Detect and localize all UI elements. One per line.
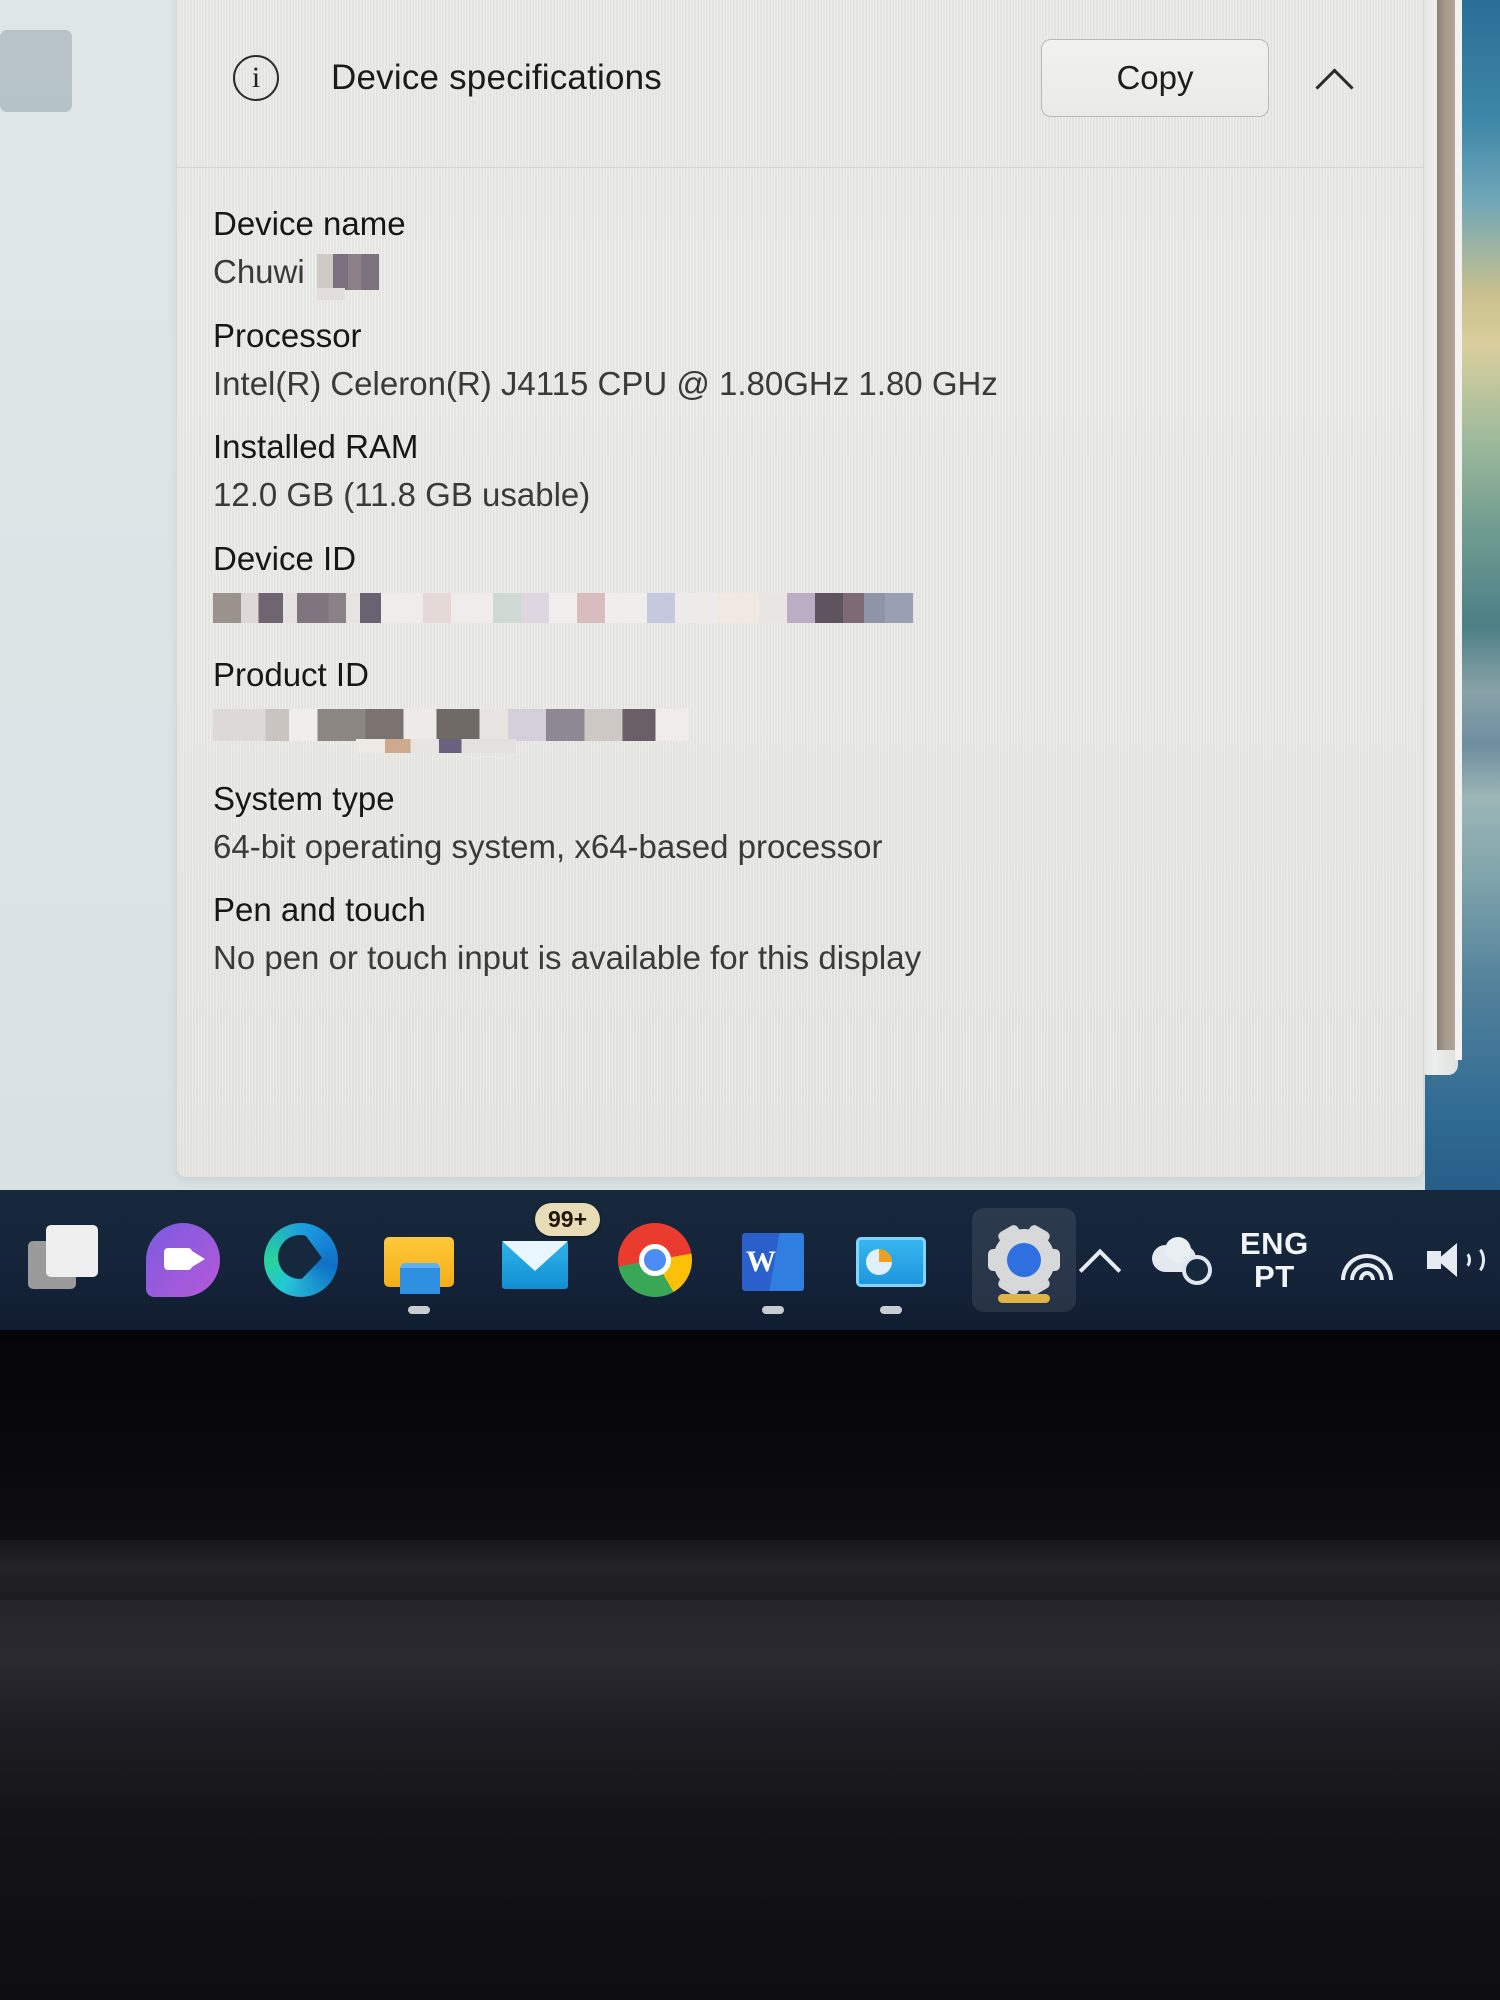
running-indicator [880,1306,902,1314]
copy-button[interactable]: Copy [1041,38,1269,117]
redacted-device-name [316,253,379,300]
redacted-product-id [213,708,689,753]
wifi-icon[interactable] [1339,1238,1395,1282]
spec-value: Chuwi [213,248,1383,300]
spec-label: System type [213,779,395,817]
word-icon[interactable] [736,1223,810,1314]
active-app-indicator [998,1294,1050,1303]
system-tray: ENG PT [1076,1225,1500,1294]
laptop-deck: A F5 [0,1600,1500,2000]
gear-glyph [993,1223,1055,1297]
spec-installed-ram: Installed RAM 12.0 GB (11.8 GB usable) [213,423,1383,519]
info-circle-icon: i [233,54,279,101]
running-indicator [762,1306,784,1314]
taskbar-pinned-apps: 99+ [0,1203,1076,1314]
volume-wave-2 [1463,1245,1485,1275]
chrome-icon[interactable] [618,1223,692,1297]
spec-value: 12.0 GB (11.8 GB usable) [213,476,591,514]
spec-pen-and-touch: Pen and touch No pen or touch input is a… [213,886,1383,982]
mail-icon[interactable]: 99+ [500,1203,600,1297]
taskbar: 99+ ENG [0,1190,1500,1330]
spec-value-text: Chuwi [213,252,305,290]
copy-button-label: Copy [1116,58,1194,96]
mail-badge: 99+ [534,1203,600,1236]
spec-label: Pen and touch [213,891,426,929]
presentation-icon[interactable] [854,1223,928,1314]
laptop-screen: i Device specifications Copy Device name… [0,0,1500,1330]
collapse-button[interactable] [1287,39,1383,117]
device-specifications-body: Device name Chuwi Processor Intel(R) Cel… [177,168,1423,982]
window-right-edge-highlight [1455,0,1462,1060]
settings-gear-icon[interactable] [972,1208,1076,1312]
onedrive-sync-icon[interactable] [1152,1237,1212,1285]
spec-label: Product ID [213,655,369,693]
page-title: Device specifications [331,57,663,97]
running-indicator [408,1306,430,1314]
spec-value: Intel(R) Celeron(R) J4115 CPU @ 1.80GHz … [213,364,998,402]
language-line-2: PT [1254,1259,1295,1294]
spec-value: No pen or touch input is available for t… [213,939,922,977]
language-line-1: ENG [1240,1225,1309,1261]
device-specifications-header[interactable]: i Device specifications Copy [177,0,1423,168]
gear-center [1007,1243,1041,1277]
speaker-icon[interactable] [1425,1237,1485,1283]
spec-processor: Processor Intel(R) Celeron(R) J4115 CPU … [213,312,1383,408]
spec-value: 64-bit operating system, x64-based proce… [213,827,883,865]
file-explorer-icon[interactable] [382,1223,456,1314]
spec-product-id: Product ID [213,651,1383,753]
sync-badge-icon [1182,1255,1212,1285]
chevron-up-icon [1317,60,1353,96]
spec-label: Device name [213,205,406,242]
spec-system-type: System type 64-bit operating system, x64… [213,775,1383,871]
redacted-device-id [213,592,913,623]
spec-label: Installed RAM [213,428,419,466]
tray-overflow-chevron-up-icon[interactable] [1076,1237,1122,1283]
device-specifications-card: i Device specifications Copy Device name… [176,0,1424,1178]
spec-label: Processor [213,316,362,354]
edge-icon[interactable] [264,1223,338,1297]
task-view-icon[interactable] [28,1223,102,1297]
spec-device-name: Device name Chuwi [213,200,1383,300]
chat-icon[interactable] [146,1223,220,1297]
spec-device-id: Device ID [213,535,1383,623]
spec-label: Device ID [213,540,357,578]
language-indicator[interactable]: ENG PT [1240,1225,1309,1294]
